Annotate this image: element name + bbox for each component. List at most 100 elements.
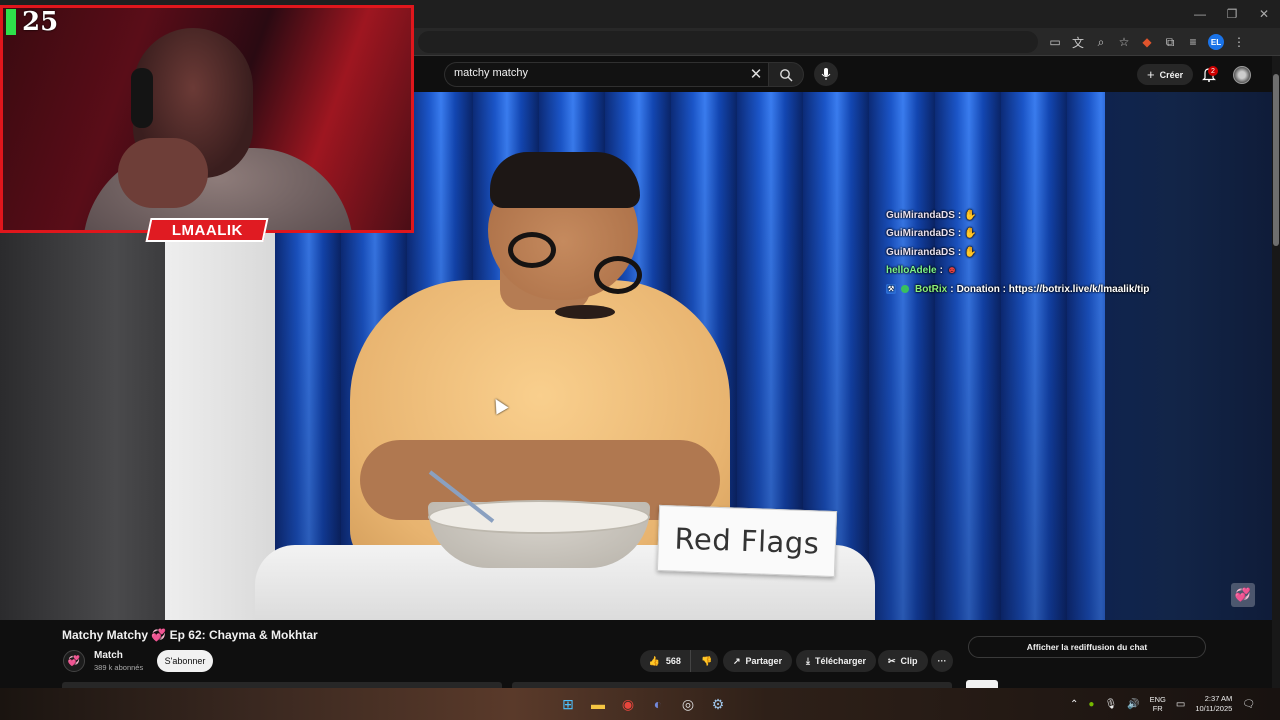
window-controls: — ❐ ✕ [1184,0,1280,28]
cast-icon[interactable]: ▭ [1044,31,1066,53]
thumbs-up-icon: 👍 [648,655,660,666]
glasses-left-lens [508,232,556,268]
subscriber-count: 389 k abonnés [94,663,144,672]
clear-search-icon[interactable]: ✕ [746,64,766,84]
taskbar-apps: ⊞ ▬ ◉ ◐ ◎ ⚙ [556,692,730,716]
streamer-name-tag: LMAALIK [145,218,269,242]
video-backdrop-panel [165,232,275,620]
address-bar[interactable] [418,31,1038,53]
red-flags-sign: Red Flags [656,504,838,578]
chat-message: GuiMirandaDS : ✋ [886,225,1271,244]
volume-icon[interactable]: 🔊 [1127,699,1139,710]
search-icon [780,68,793,81]
clip-label: Clip [900,656,918,666]
menu-icon[interactable]: ⋮ [1228,31,1250,53]
user-avatar[interactable] [1233,66,1251,84]
puzzle-icon[interactable]: ⧉ [1159,31,1181,53]
extension-icon[interactable]: ◆ [1136,31,1158,53]
thumbs-down-icon: 👎 [701,655,713,666]
download-label: Télécharger [814,656,867,666]
plus-icon: + [1147,67,1155,82]
chat-separator: : [957,228,962,240]
zoom-icon[interactable]: ⌕ [1090,31,1112,53]
chat-separator: : [957,209,962,221]
minimize-icon[interactable]: — [1184,0,1216,28]
screen-icon[interactable]: ▭ [1176,699,1185,710]
scrollbar-thumb[interactable] [1273,74,1279,246]
share-label: Partager [745,656,783,666]
chat-username: GuiMirandaDS [886,209,955,221]
video-backdrop-right [1105,92,1272,620]
scissors-icon: ✂ [888,655,896,666]
create-label: Créer [1159,69,1184,80]
chrome-icon[interactable]: ◉ [616,692,640,716]
microphone-icon [821,68,831,80]
webcam-overlay [0,5,414,233]
person-hair [490,152,640,208]
chat-message: GuiMirandaDS : ✋ [886,243,1271,262]
subscribe-button[interactable]: S'abonner [157,650,213,672]
counter-accent [6,9,16,35]
hand-emote-icon: ✋ [964,246,977,258]
clock[interactable]: 2:37 AM 10/11/2025 [1195,694,1232,714]
channel-watermark-icon[interactable]: 💞 [1231,583,1255,607]
notification-count-badge: 2 [1208,66,1218,76]
microphone-tray-icon[interactable]: 🎙 [1104,699,1117,710]
channel-avatar[interactable]: 💞 [63,650,85,672]
chat-message: ⚒ BotRix : Donation : https://botrix.liv… [886,280,1271,299]
language-indicator[interactable]: ENG FR [1150,695,1166,713]
search-button[interactable] [768,62,804,87]
video-title: Matchy Matchy 💞 Ep 62: Chayma & Mokhtar [62,628,318,642]
more-actions-button[interactable]: ··· [931,650,953,672]
share-button[interactable]: ↗ Partager [723,650,793,672]
chat-text: Donation : https://botrix.live/k/lmaalik… [956,283,1150,295]
chat-message: helloAdele : ☻ [886,262,1271,281]
voice-search-button[interactable] [814,62,838,86]
bookmark-star-icon[interactable]: ☆ [1113,31,1135,53]
clip-button[interactable]: ✂ Clip [878,650,928,672]
toolbar-icons: ▭ 文 ⌕ ☆ ◆ ⧉ ≡ EL ⋮ [1043,30,1250,54]
devil-emote-icon: ☻ [946,265,958,277]
hand-emote-icon: ✋ [964,209,977,221]
language-bottom: FR [1152,704,1163,713]
sign-text: Red Flags [674,521,820,561]
discord-icon[interactable]: ◐ [646,692,670,716]
chat-username: helloAdele [886,265,937,277]
chat-separator: : [939,265,943,277]
chat-username: BotRix [915,283,948,295]
nvidia-icon[interactable]: ● [1088,699,1094,710]
chat-username: GuiMirandaDS [886,246,955,258]
chat-replay-button[interactable]: Afficher la rediffusion du chat [968,636,1206,658]
download-icon: ⤓ [806,655,810,666]
reading-list-icon[interactable]: ≡ [1182,31,1204,53]
glasses-right-lens [594,256,642,294]
windows-start-icon[interactable]: ⊞ [556,692,580,716]
close-icon[interactable]: ✕ [1248,0,1280,28]
search-query: matchy matchy [454,67,528,79]
download-button[interactable]: ⤓ Télécharger [796,650,877,672]
obs-icon[interactable]: ◎ [676,692,700,716]
chat-message: GuiMirandaDS : ✋ [886,206,1271,225]
tray-chevron-icon[interactable]: ⌃ [1070,699,1078,710]
channel-name[interactable]: Match [94,650,123,661]
bowl-rim [428,500,650,534]
clock-time: 2:37 AM [1204,694,1233,703]
steam-icon[interactable]: ⚙ [706,692,730,716]
chat-username: GuiMirandaDS [886,228,955,240]
verified-badge-icon [901,285,909,294]
person-mustache [555,305,615,319]
notification-center-icon[interactable]: 🗨 [1242,699,1255,710]
share-icon: ↗ [733,655,741,666]
create-button[interactable]: + Créer [1137,64,1194,85]
like-dislike-group: 👍 568 👎 [640,650,718,672]
hand-emote-icon: ✋ [964,228,977,240]
clock-date: 10/11/2025 [1195,704,1233,713]
streamer-name: LMAALIK [171,221,243,239]
like-button[interactable]: 👍 568 [640,650,691,672]
maximize-icon[interactable]: ❐ [1216,0,1248,28]
dislike-button[interactable]: 👎 [696,650,718,672]
recommendation-chip[interactable] [966,680,998,688]
file-explorer-icon[interactable]: ▬ [586,692,610,716]
profile-icon[interactable]: EL [1205,31,1227,53]
translate-icon[interactable]: 文 [1067,31,1089,53]
